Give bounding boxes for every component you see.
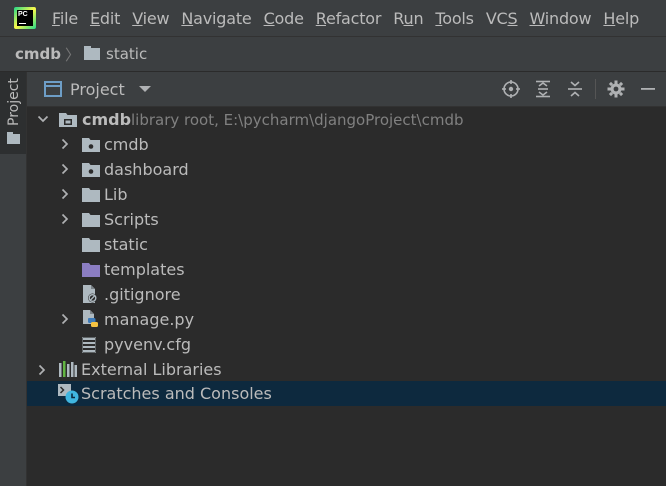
- locate-icon[interactable]: [501, 79, 521, 99]
- project-panel-header: Project: [27, 72, 666, 107]
- menu-label-post: ode: [274, 8, 304, 28]
- breadcrumb-separator: 〉: [65, 45, 81, 64]
- menu-label-post: indow: [544, 8, 592, 28]
- chevron-right-icon[interactable]: [37, 364, 47, 376]
- folder-icon: [82, 237, 100, 253]
- left-tool-strip: Project: [0, 72, 27, 486]
- libraries-icon: [59, 361, 77, 377]
- tree-item-label: .gitignore: [104, 285, 181, 304]
- folder-icon: [82, 212, 100, 228]
- config-file-icon: [81, 336, 100, 354]
- chevron-right-icon[interactable]: [60, 313, 70, 325]
- tree-row-pyvenv-cfg[interactable]: pyvenv.cfg: [27, 332, 666, 357]
- hide-icon[interactable]: [638, 79, 658, 99]
- menu-label-post: iew: [142, 8, 170, 28]
- menu-label-post: dit: [99, 8, 121, 28]
- menu-label-post: avigate: [193, 8, 252, 28]
- menu-navigate[interactable]: Navigate: [181, 9, 251, 28]
- tree-root-label: cmdb: [82, 110, 132, 129]
- gear-icon[interactable]: [606, 79, 626, 99]
- tree-item-label: dashboard: [104, 160, 189, 179]
- menu-refactor[interactable]: Refactor: [316, 9, 382, 28]
- package-folder-icon: [82, 162, 100, 178]
- tree-row-static[interactable]: static: [27, 232, 666, 257]
- expand-all-icon[interactable]: [533, 79, 553, 99]
- tree-row-lib[interactable]: Lib: [27, 182, 666, 207]
- tree-label-external-libraries: External Libraries: [81, 360, 222, 379]
- menu-vcs[interactable]: VCS: [486, 9, 518, 28]
- tree-row-cmdb[interactable]: cmdb: [27, 132, 666, 157]
- menu-mnemonic: u: [403, 8, 414, 28]
- chevron-down-icon[interactable]: [37, 114, 49, 124]
- menu-mnemonic: R: [315, 8, 326, 28]
- menu-mnemonic: W: [529, 8, 545, 28]
- pycharm-logo-icon: PC: [14, 7, 36, 29]
- menu-mnemonic: C: [263, 8, 275, 28]
- tree-item-label: pyvenv.cfg: [104, 335, 191, 354]
- menu-code[interactable]: Code: [264, 9, 304, 28]
- project-view-icon: [44, 81, 62, 97]
- tree-label-scratches: Scratches and Consoles: [81, 384, 272, 403]
- tree-item-label: manage.py: [104, 310, 195, 329]
- chevron-right-icon[interactable]: [60, 163, 70, 175]
- menu-mnemonic: E: [89, 8, 100, 28]
- tree-item-label: templates: [104, 260, 185, 279]
- ignored-file-icon: [82, 285, 100, 303]
- menu-mnemonic: S: [507, 8, 518, 28]
- tree-row-gitignore[interactable]: .gitignore: [27, 282, 666, 307]
- tree-item-label: Scripts: [104, 210, 159, 229]
- scratches-icon: [58, 384, 80, 404]
- folder-icon: [84, 46, 101, 60]
- tree-row-external-libraries[interactable]: External Libraries: [27, 357, 666, 382]
- menu-mnemonic: F: [52, 8, 60, 28]
- folder-icon: [7, 132, 20, 144]
- toolbar-divider: [595, 79, 596, 99]
- menu-label-pre: VC: [485, 8, 508, 28]
- tree-row-scratches[interactable]: Scratches and Consoles: [27, 381, 666, 406]
- menu-label-post: ile: [59, 8, 78, 28]
- menu-bar: PC File Edit View Navigate Code Refactor Run To…: [0, 0, 666, 37]
- chevron-right-icon[interactable]: [60, 213, 70, 225]
- tree-root-hint: library root, E:\pycharm\djangoProject\c…: [131, 110, 464, 129]
- module-folder-icon: [59, 112, 77, 128]
- menu-mnemonic: V: [132, 8, 143, 28]
- menu-window[interactable]: Window: [530, 9, 592, 28]
- menu-tools[interactable]: Tools: [435, 8, 474, 28]
- python-file-icon: [82, 310, 100, 327]
- folder-icon: [82, 187, 100, 203]
- tree-item-label: cmdb: [104, 135, 149, 154]
- menu-mnemonic: H: [603, 8, 616, 28]
- breadcrumb: cmdb 〉 static: [0, 37, 666, 72]
- menu-file[interactable]: File: [52, 9, 78, 28]
- project-tree: cmdb library root, E:\pycharm\djangoProj…: [27, 107, 666, 486]
- chevron-right-icon[interactable]: [60, 188, 70, 200]
- tree-item-label: static: [104, 235, 148, 254]
- chevron-right-icon[interactable]: [60, 138, 70, 150]
- menu-label-post: efactor: [325, 8, 382, 28]
- menu-help[interactable]: Help: [603, 9, 639, 28]
- menu-label-post: elp: [615, 8, 640, 28]
- menu-edit[interactable]: Edit: [90, 9, 120, 28]
- tree-row-scripts[interactable]: Scripts: [27, 207, 666, 232]
- panel-title[interactable]: Project: [70, 80, 125, 99]
- templates-folder-icon: [82, 262, 100, 278]
- breadcrumb-root[interactable]: cmdb: [15, 45, 61, 63]
- menu-label-pre: R: [393, 8, 404, 28]
- menu-label-post: n: [413, 8, 424, 28]
- menu-view[interactable]: View: [132, 9, 169, 28]
- project-tool-tab-label: Project: [6, 78, 22, 126]
- chevron-down-icon[interactable]: [138, 86, 151, 92]
- package-folder-icon: [82, 137, 100, 153]
- tree-item-label: Lib: [104, 185, 128, 204]
- tree-row-manage-py[interactable]: manage.py: [27, 307, 666, 332]
- menu-mnemonic: N: [181, 8, 194, 28]
- tree-row-templates[interactable]: templates: [27, 257, 666, 282]
- tree-row-dashboard[interactable]: dashboard: [27, 157, 666, 182]
- menu-run[interactable]: Run: [393, 9, 423, 28]
- tree-root-row[interactable]: cmdb library root, E:\pycharm\djangoProj…: [27, 107, 666, 132]
- breadcrumb-folder[interactable]: static: [106, 45, 147, 63]
- project-tool-tab[interactable]: Project: [0, 72, 26, 154]
- collapse-all-icon[interactable]: [565, 79, 585, 99]
- menu-label-post: ools: [442, 8, 474, 28]
